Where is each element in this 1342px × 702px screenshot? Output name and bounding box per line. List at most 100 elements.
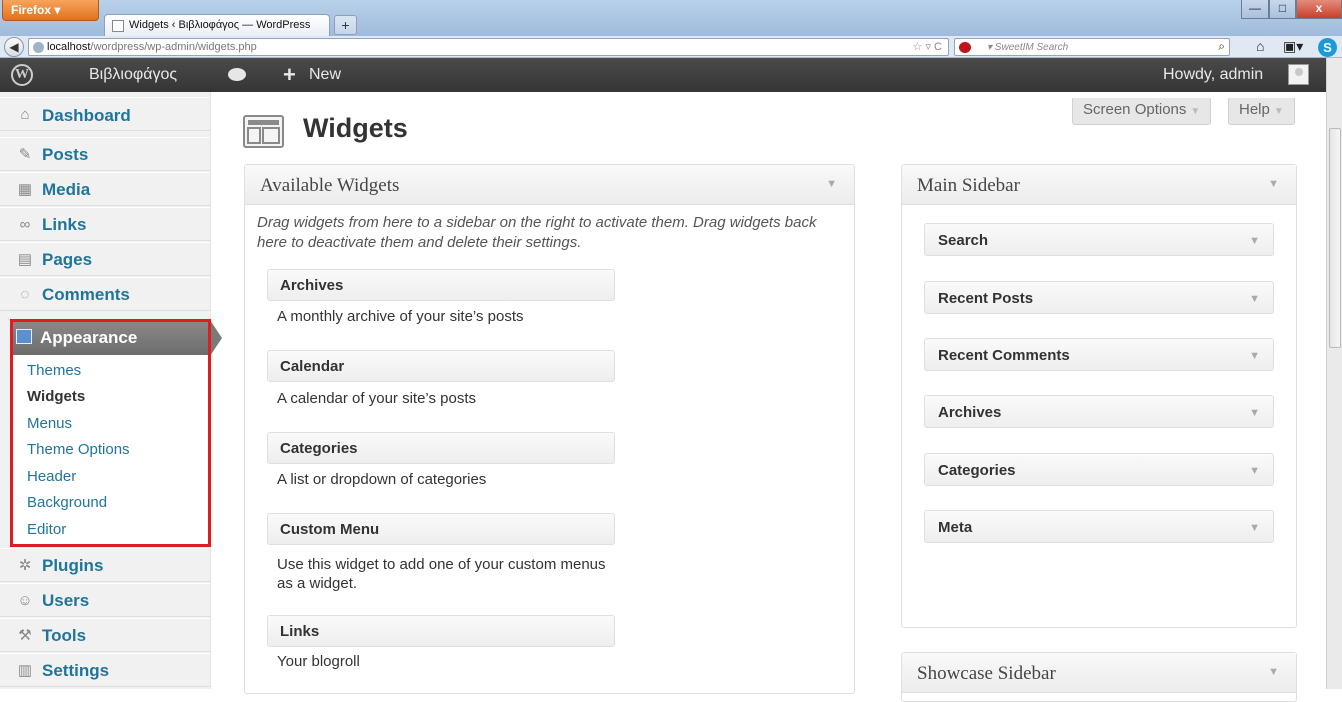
sidebar-widget-archives[interactable]: Archives ▼ xyxy=(924,395,1274,428)
back-button[interactable]: ◀ xyxy=(4,37,24,57)
menu-item-label: Settings xyxy=(42,661,110,680)
widget-title: Categories xyxy=(938,462,1016,479)
help-button[interactable]: Help ▼ xyxy=(1228,98,1295,125)
toggle-arrow-icon[interactable]: ▼ xyxy=(1268,178,1279,190)
menu-item-posts[interactable]: ✎ Posts xyxy=(0,137,210,171)
screen-options-button[interactable]: Screen Options ▼ xyxy=(1072,98,1212,125)
search-engine-icon[interactable] xyxy=(959,42,971,53)
page-title: Widgets xyxy=(303,113,408,143)
comments-bubble-icon[interactable] xyxy=(228,68,246,81)
toggle-arrow-icon[interactable]: ▼ xyxy=(1249,522,1260,534)
menu-item-label: Tools xyxy=(42,626,87,645)
showcase-sidebar-header[interactable]: Showcase Sidebar ▼ xyxy=(902,653,1296,693)
minimize-button[interactable]: — xyxy=(1241,0,1269,19)
close-window-button[interactable]: x xyxy=(1296,0,1342,19)
menu-item-media[interactable]: ▦ Media xyxy=(0,172,210,206)
search-icon[interactable]: ⌕ xyxy=(1218,39,1225,54)
site-name-link[interactable]: Βιβλιοφάγος xyxy=(89,66,177,84)
toggle-arrow-icon[interactable]: ▼ xyxy=(1249,293,1260,305)
menu-item-label: Users xyxy=(42,591,90,610)
widget-description: A calendar of your site’s posts xyxy=(277,390,476,407)
page-scrollbar[interactable] xyxy=(1326,58,1342,689)
scrollbar-thumb[interactable] xyxy=(1329,128,1341,348)
browser-titlebar: Firefox ▾ Widgets ‹ Βιβλιοφάγος — WordPr… xyxy=(0,0,1342,36)
widget-title: Calendar xyxy=(280,358,345,375)
media-icon: ▦ xyxy=(17,181,33,198)
menu-item-settings[interactable]: ▥ Settings xyxy=(0,653,210,687)
widget-description: Your blogroll xyxy=(277,653,360,670)
firefox-menu-button[interactable]: Firefox ▾ xyxy=(2,0,99,21)
menu-item-links[interactable]: ∞ Links xyxy=(0,207,210,241)
menu-item-tools[interactable]: ⚒ Tools xyxy=(0,618,210,652)
sidebar-widget-recent-comments[interactable]: Recent Comments ▼ xyxy=(924,338,1274,371)
wordpress-logo-icon[interactable]: W xyxy=(11,64,33,86)
widget-title: Search xyxy=(938,232,989,249)
bookmarks-menu-icon[interactable]: ▣▾ xyxy=(1283,38,1303,55)
widgets-page-icon xyxy=(243,115,284,148)
highlight-annotation-box xyxy=(10,319,211,547)
site-identity-icon[interactable] xyxy=(33,42,44,53)
menu-item-label: Media xyxy=(42,180,91,199)
main-sidebar-title: Main Sidebar xyxy=(917,175,1020,196)
widget-description: A list or dropdown of categories xyxy=(277,471,487,488)
widget-links[interactable]: Links xyxy=(267,615,615,647)
toggle-arrow-icon[interactable]: ▼ xyxy=(1249,235,1260,247)
sidebar-widget-categories[interactable]: Categories ▼ xyxy=(924,453,1274,486)
available-widgets-title: Available Widgets xyxy=(260,175,400,196)
sidebar-widget-search[interactable]: Search ▼ xyxy=(924,223,1274,256)
url-host: localhost xyxy=(47,41,91,53)
menu-item-label: Dashboard xyxy=(42,106,131,125)
url-path: /wordpress/wp-admin/widgets.php xyxy=(90,41,257,53)
chevron-down-icon: ▼ xyxy=(1273,106,1284,117)
search-bar[interactable]: ▾ SweetIM Search ⌕ xyxy=(954,38,1230,56)
url-bar[interactable]: localhost/wordpress/wp-admin/widgets.php… xyxy=(28,38,949,56)
home-icon[interactable]: ⌂ xyxy=(1256,38,1264,54)
menu-item-label: Pages xyxy=(42,250,93,269)
browser-tab[interactable]: Widgets ‹ Βιβλιοφάγος — WordPress xyxy=(104,14,330,36)
tools-icon: ⚒ xyxy=(18,627,32,644)
howdy-user-link[interactable]: Howdy, admin xyxy=(1163,66,1263,84)
widget-custom-menu[interactable]: Custom Menu xyxy=(267,513,615,545)
links-icon: ∞ xyxy=(19,216,31,233)
plugins-icon: ✲ xyxy=(18,557,32,574)
posts-icon: ✎ xyxy=(18,146,32,163)
widget-title: Recent Comments xyxy=(938,347,1070,364)
sidebar-widget-recent-posts[interactable]: Recent Posts ▼ xyxy=(924,281,1274,314)
menu-item-pages[interactable]: ▤ Pages xyxy=(0,242,210,276)
main-sidebar-header[interactable]: Main Sidebar ▼ xyxy=(902,165,1296,205)
widget-title: Archives xyxy=(938,404,1002,421)
toggle-arrow-icon[interactable]: ▼ xyxy=(1249,465,1260,477)
widget-title: Recent Posts xyxy=(938,290,1034,307)
menu-item-plugins[interactable]: ✲ Plugins xyxy=(0,548,210,582)
maximize-button[interactable]: □ xyxy=(1269,0,1296,19)
plus-icon[interactable]: + xyxy=(283,62,296,88)
menu-item-comments[interactable]: ◌ Comments xyxy=(0,277,210,311)
widget-archives[interactable]: Archives xyxy=(267,269,615,301)
bookmark-star-icon[interactable]: ☆ ▿ C xyxy=(913,40,942,53)
toggle-arrow-icon[interactable]: ▼ xyxy=(826,178,837,190)
help-label: Help xyxy=(1239,101,1270,118)
toggle-arrow-icon[interactable]: ▼ xyxy=(1268,666,1279,678)
settings-icon: ▥ xyxy=(17,662,33,679)
menu-item-dashboard[interactable]: ⌂ Dashboard xyxy=(0,97,210,131)
widget-description: Use this widget to add one of your custo… xyxy=(277,556,606,592)
current-menu-arrow xyxy=(210,320,222,356)
toggle-arrow-icon[interactable]: ▼ xyxy=(1249,407,1260,419)
available-widgets-header[interactable]: Available Widgets ▼ xyxy=(245,165,854,205)
new-tab-button[interactable]: + xyxy=(334,15,357,35)
widget-title: Archives xyxy=(280,277,344,294)
menu-item-label: Comments xyxy=(42,285,130,304)
widget-categories[interactable]: Categories xyxy=(267,432,615,464)
widget-description: A monthly archive of your site’s posts xyxy=(277,308,524,325)
new-content-link[interactable]: New xyxy=(309,66,341,84)
avatar[interactable] xyxy=(1288,64,1309,85)
widget-title: Categories xyxy=(280,440,358,457)
toggle-arrow-icon[interactable]: ▼ xyxy=(1249,350,1260,362)
dashboard-icon: ⌂ xyxy=(20,106,30,123)
widget-calendar[interactable]: Calendar xyxy=(267,350,615,382)
widget-title: Custom Menu xyxy=(280,521,380,538)
sidebar-widget-meta[interactable]: Meta ▼ xyxy=(924,510,1274,543)
menu-item-label: Links xyxy=(42,215,87,234)
menu-item-users[interactable]: ☺ Users xyxy=(0,583,210,617)
skype-icon[interactable]: S xyxy=(1318,38,1337,57)
